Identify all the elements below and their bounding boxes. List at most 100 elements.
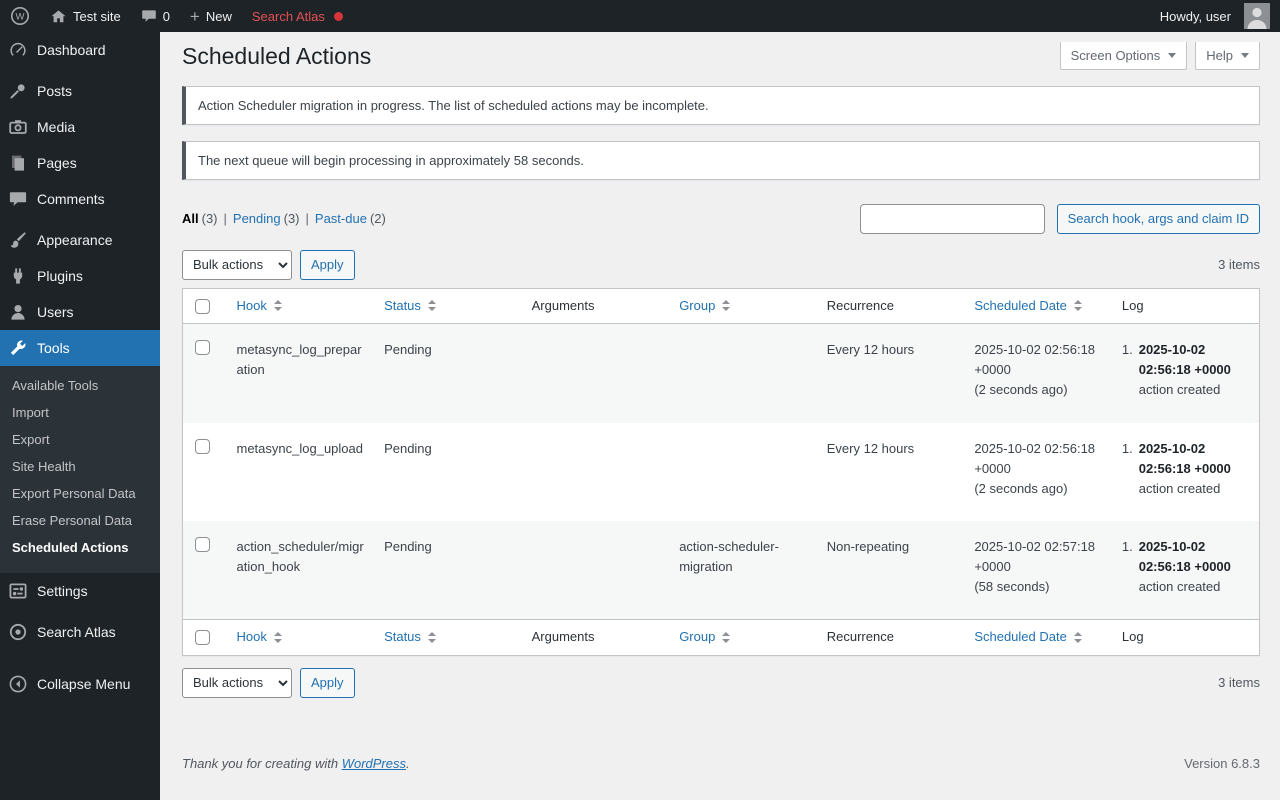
column-header-hook[interactable]: Hook (226, 288, 375, 325)
help-button[interactable]: Help (1195, 42, 1260, 70)
sort-arrows-icon (273, 300, 282, 312)
status-cell: Pending (384, 538, 432, 554)
help-label: Help (1206, 48, 1233, 63)
bulk-actions-select[interactable]: Bulk actions (182, 249, 292, 280)
sidebar-item-appearance[interactable]: Appearance (0, 222, 160, 258)
log-entry-date: 2025-10-02 02:56:18 +0000 (1138, 342, 1231, 378)
screen-options-button[interactable]: Screen Options (1059, 42, 1188, 70)
table-row: metasync_log_upload Pending Every 12 hou… (183, 423, 1260, 521)
group-cell (669, 423, 817, 521)
select-all-cell (182, 288, 227, 325)
table-row: action_scheduler/migration_hook Pending … (182, 520, 1260, 620)
new-content-menu[interactable]: + New (180, 0, 242, 32)
hook-cell: metasync_log_upload (236, 440, 363, 456)
log-entry-date: 2025-10-02 02:56:18 +0000 (1138, 440, 1231, 476)
sidebar-item-users[interactable]: Users (0, 294, 160, 330)
row-checkbox[interactable] (195, 438, 210, 454)
account-menu[interactable]: Howdy, user (1150, 0, 1280, 32)
column-header-hook[interactable]: Hook (226, 619, 375, 656)
sort-link-scheduled-date[interactable]: Scheduled Date (974, 628, 1082, 646)
svg-text:W: W (16, 12, 25, 23)
recurrence-cell: Every 12 hours (826, 342, 915, 358)
column-header-group[interactable]: Group (669, 288, 817, 325)
apply-button[interactable]: Apply (300, 667, 355, 698)
notice-text: The next queue will begin processing in … (198, 152, 584, 168)
sort-link-scheduled-date[interactable]: Scheduled Date (974, 297, 1082, 315)
screen-options-label: Screen Options (1070, 48, 1161, 63)
column-header-status[interactable]: Status (374, 619, 522, 656)
sidebar-item-settings[interactable]: Settings (0, 573, 160, 609)
log-entry-number: 1. (1121, 538, 1133, 554)
sort-arrows-icon (1073, 300, 1082, 312)
sidebar-item-dashboard[interactable]: Dashboard (0, 32, 160, 68)
sort-link-status[interactable]: Status (384, 297, 436, 315)
collapse-arrow-icon (8, 674, 28, 694)
recurrence-cell: Non-repeating (826, 538, 910, 554)
search-submit-button[interactable]: Search hook, args and claim ID (1056, 203, 1260, 234)
row-checkbox[interactable] (195, 536, 210, 552)
search-atlas-icon (8, 622, 28, 642)
sidebar-item-media[interactable]: Media (0, 109, 160, 145)
sidebar-item-comments[interactable]: Comments (0, 181, 160, 217)
wordpress-logo[interactable]: W (0, 0, 40, 32)
sidebar-item-collapse-menu[interactable]: Collapse Menu (0, 666, 160, 702)
sidebar-item-pages[interactable]: Pages (0, 145, 160, 181)
comments-menu[interactable]: 0 (131, 0, 180, 32)
bulk-actions-select[interactable]: Bulk actions (182, 667, 292, 698)
sidebar-item-posts[interactable]: Posts (0, 73, 160, 109)
column-header-scheduled-date[interactable]: Scheduled Date (964, 288, 1112, 325)
sort-link-hook[interactable]: Hook (237, 628, 282, 646)
search-atlas-label: Search Atlas (251, 8, 325, 24)
filter-all[interactable]: All (3) (182, 211, 218, 226)
row-checkbox[interactable] (195, 340, 210, 356)
column-header-scheduled-date[interactable]: Scheduled Date (964, 619, 1112, 656)
media-icon (8, 117, 28, 137)
scheduled-date-relative: (2 seconds ago) (974, 382, 1068, 398)
filter-past-due[interactable]: Past-due (2) (315, 211, 386, 226)
sidebar-subitem-erase-personal-data[interactable]: Erase Personal Data (0, 507, 160, 534)
wordpress-link[interactable]: WordPress (342, 756, 406, 771)
sidebar-item-plugins[interactable]: Plugins (0, 258, 160, 294)
select-all-checkbox[interactable] (195, 630, 210, 646)
scheduled-date-relative: (2 seconds ago) (974, 480, 1068, 496)
site-name-menu[interactable]: Test site (40, 0, 131, 32)
site-name-label: Test site (73, 8, 121, 24)
column-header-arguments: Arguments (521, 288, 670, 325)
sort-link-status[interactable]: Status (384, 628, 436, 646)
footer: Thank you for creating with WordPress. V… (182, 756, 1260, 785)
column-header-group[interactable]: Group (669, 619, 817, 656)
filter-separator: | (305, 211, 309, 227)
sidebar-item-search-atlas[interactable]: Search Atlas (0, 614, 160, 650)
column-header-status[interactable]: Status (374, 288, 522, 325)
sidebar-item-label: Media (37, 119, 76, 135)
arguments-cell (522, 521, 670, 620)
bulk-actions-top: Bulk actions Apply (182, 249, 355, 280)
log-entry-text: action created (1138, 382, 1221, 398)
sidebar-item-tools[interactable]: Tools (0, 330, 160, 366)
sidebar-subitem-export-personal-data[interactable]: Export Personal Data (0, 480, 160, 507)
sidebar-subitem-available-tools[interactable]: Available Tools (0, 372, 160, 399)
filter-pending[interactable]: Pending (3) (233, 211, 300, 226)
arguments-cell (522, 423, 670, 521)
sidebar-subitem-scheduled-actions[interactable]: Scheduled Actions (0, 534, 160, 561)
log-entry-number: 1. (1121, 440, 1133, 456)
apply-button[interactable]: Apply (300, 249, 355, 280)
sidebar-subitem-site-health[interactable]: Site Health (0, 453, 160, 480)
log-entry-number: 1. (1121, 342, 1133, 358)
column-header-recurrence: Recurrence (816, 619, 965, 656)
sort-link-group[interactable]: Group (679, 297, 731, 315)
sidebar-item-label: Pages (37, 155, 77, 171)
sort-arrows-icon (427, 300, 436, 312)
sidebar-item-label: Search Atlas (37, 624, 116, 640)
sidebar-item-label: Comments (37, 191, 105, 207)
bulk-actions-bottom: Bulk actions Apply (182, 667, 355, 698)
sort-link-group[interactable]: Group (679, 628, 731, 646)
sidebar-subitem-export[interactable]: Export (0, 426, 160, 453)
sort-link-hook[interactable]: Hook (237, 297, 282, 315)
search-atlas-menu[interactable]: Search Atlas (242, 0, 353, 32)
sidebar-subitem-import[interactable]: Import (0, 399, 160, 426)
log-cell: 1. 2025-10-02 02:56:18 +0000 action crea… (1112, 324, 1260, 423)
select-all-checkbox[interactable] (195, 298, 210, 314)
search-input[interactable] (859, 203, 1045, 234)
status-cell: Pending (384, 342, 432, 358)
